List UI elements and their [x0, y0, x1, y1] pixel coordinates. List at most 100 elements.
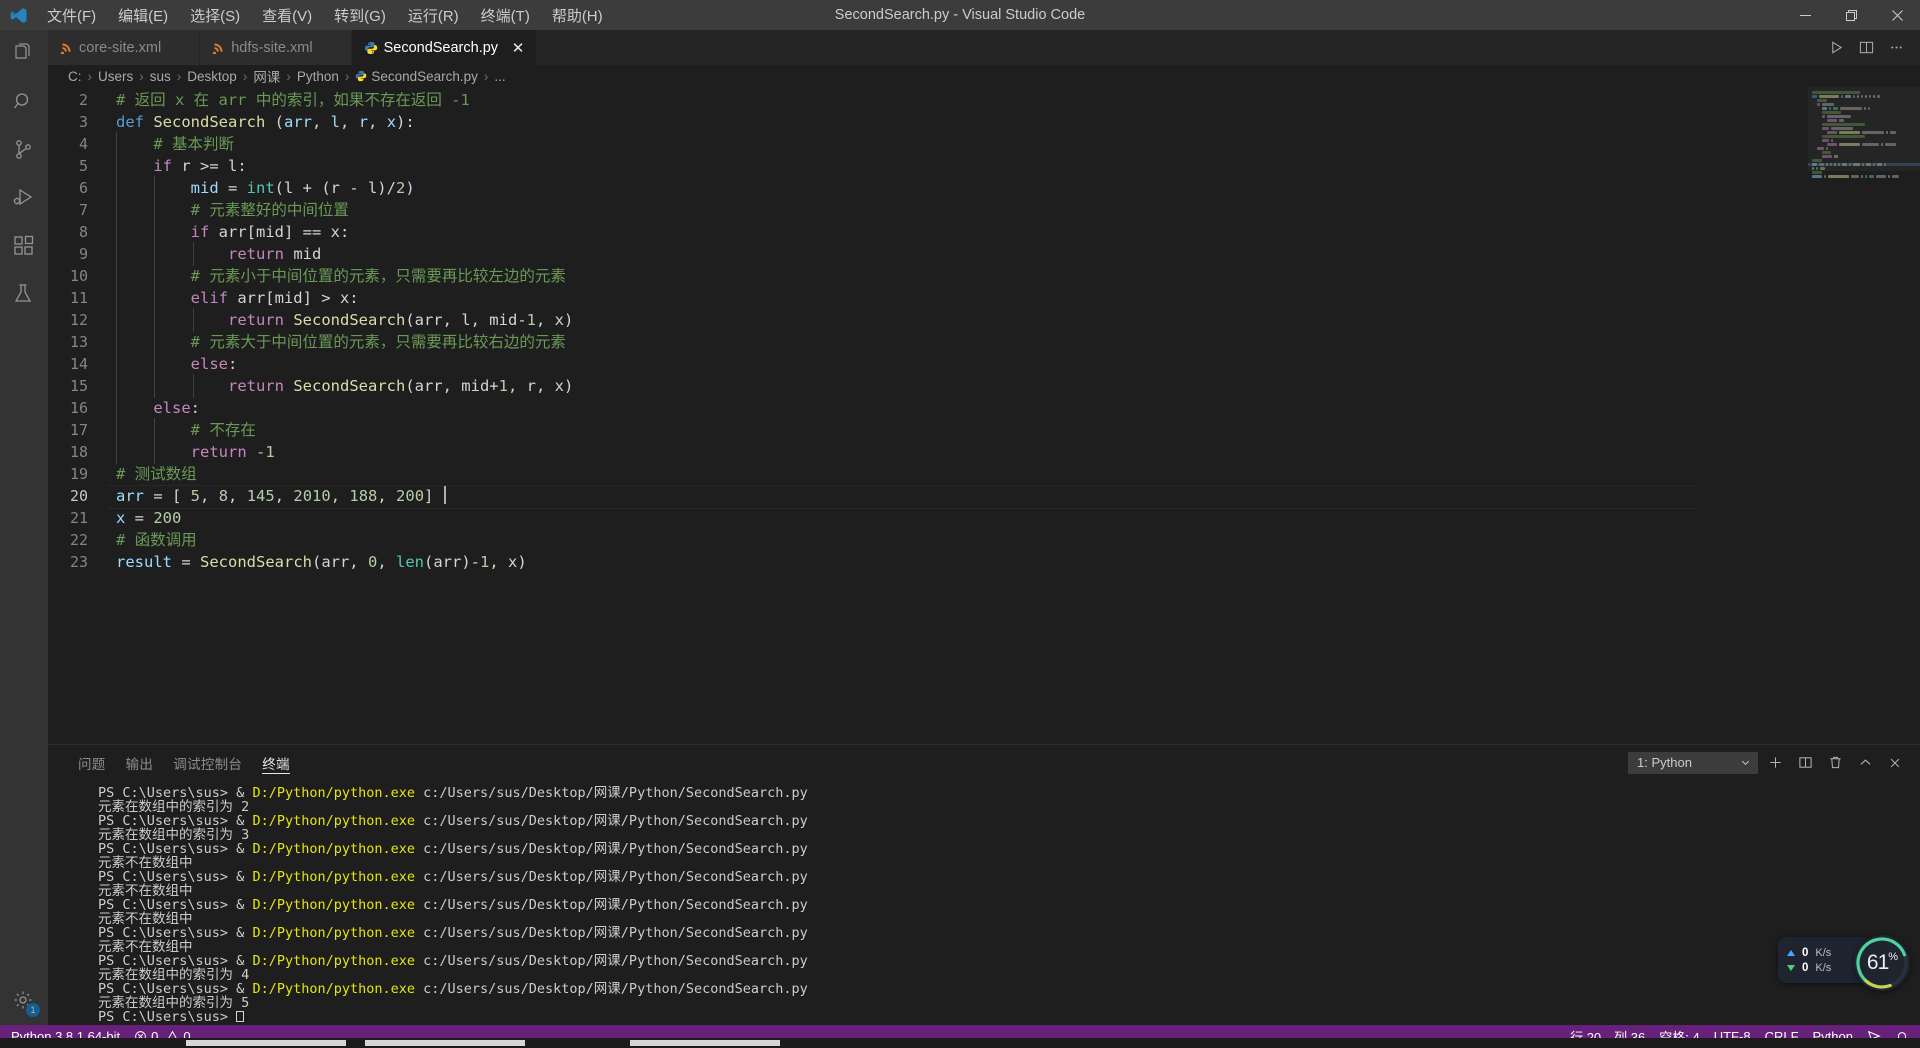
terminal-argument: c:/Users/sus/Desktop/网课/Python/SecondSea… [415, 813, 808, 829]
code-token: # 不存在 [190, 421, 256, 439]
breadcrumb-item[interactable]: Users [98, 69, 133, 84]
minimap-block [1860, 95, 1863, 98]
menu-selection[interactable]: 选择(S) [179, 1, 251, 30]
tab-secondsearch-py[interactable]: SecondSearch.py ✕ [351, 30, 538, 65]
menu-terminal[interactable]: 终端(T) [470, 1, 541, 30]
breadcrumb-item-file[interactable]: SecondSearch.py [355, 69, 478, 84]
code-line[interactable]: 4 # 基本判断 [48, 132, 1808, 156]
panel-tab-problems[interactable]: 问题 [68, 745, 116, 780]
minimap-block [1822, 103, 1835, 106]
terminal-argument: c:/Users/sus/Desktop/网课/Python/SecondSea… [415, 897, 808, 913]
breadcrumb-item[interactable]: Python [297, 69, 339, 84]
terminal-line: PS C:\Users\sus> & D:/Python/python.exe … [98, 898, 1920, 912]
menu-run[interactable]: 运行(R) [397, 1, 470, 30]
indent-guide [154, 286, 156, 310]
breadcrumb-item-overflow[interactable]: ... [494, 69, 505, 84]
split-editor-right-button[interactable] [1852, 34, 1880, 62]
terminal-output[interactable]: PS C:\Users\sus> & D:/Python/python.exe … [48, 780, 1920, 1025]
tab-hdfs-site-xml[interactable]: hdfs-site.xml ✕ [200, 30, 352, 65]
minimap-block [1876, 175, 1887, 178]
code-line-text: # 函数调用 [110, 529, 197, 551]
source-control-icon[interactable] [0, 126, 48, 174]
code-line[interactable]: 5 if r >= l: [48, 154, 1808, 178]
code-line[interactable]: 7 # 元素整好的中间位置 [48, 198, 1808, 222]
code-line[interactable]: 21 x = 200 [48, 507, 1808, 529]
code-line[interactable]: 9 return mid [48, 242, 1808, 266]
search-icon[interactable] [0, 78, 48, 126]
breadcrumb[interactable]: C: › Users › sus › Desktop › 网课 › Python… [48, 65, 1920, 87]
panel-tab-debug-console[interactable]: 调试控制台 [163, 745, 252, 780]
minimize-icon[interactable] [1782, 0, 1828, 30]
code-line[interactable]: 6 mid = int(l + (r - l)/2) [48, 176, 1808, 200]
close-panel-button[interactable] [1882, 750, 1908, 776]
code-token: -1 [256, 443, 275, 461]
terminal-selector-dropdown[interactable]: 1: Python [1628, 751, 1758, 774]
panel-tab-output[interactable]: 输出 [116, 745, 164, 780]
panel-tab-terminal[interactable]: 终端 [252, 745, 300, 780]
manage-gear-icon[interactable]: 1 [0, 977, 48, 1025]
code-line[interactable]: 22 # 函数调用 [48, 529, 1808, 551]
menu-bar[interactable]: 文件(F) 编辑(E) 选择(S) 查看(V) 转到(G) 运行(R) 终端(T… [36, 1, 614, 30]
minimap[interactable] [1808, 87, 1920, 744]
code-line[interactable]: 19 # 测试数组 [48, 463, 1808, 485]
close-icon[interactable] [1874, 0, 1920, 30]
code-line[interactable]: 20 arr = [ 5, 8, 145, 2010, 188, 200] [48, 485, 1808, 509]
code-token: # 函数调用 [116, 531, 197, 549]
breadcrumb-item[interactable]: C: [68, 69, 82, 84]
more-actions-button[interactable] [1882, 34, 1910, 62]
code-line[interactable]: 23 result = SecondSearch(arr, 0, len(arr)… [48, 551, 1808, 573]
testing-icon[interactable] [0, 270, 48, 318]
terminal-line: PS C:\Users\sus> [98, 1010, 1920, 1024]
code-line-text: # 不存在 [110, 418, 256, 442]
code-token: # 元素整好的中间位置 [190, 201, 349, 219]
indent-guide [154, 264, 156, 288]
menu-help[interactable]: 帮助(H) [541, 1, 614, 30]
maximize-panel-button[interactable] [1852, 750, 1878, 776]
python-file-icon [355, 70, 367, 82]
code-token: # 元素大于中间位置的元素，只需要再比较右边的元素 [190, 333, 566, 351]
code-line[interactable]: 13 # 元素大于中间位置的元素，只需要再比较右边的元素 [48, 330, 1808, 354]
menu-edit[interactable]: 编辑(E) [107, 1, 179, 30]
code-line[interactable]: 3 def SecondSearch (arr, l, r, x): [48, 111, 1808, 133]
explorer-icon[interactable] [0, 30, 48, 78]
minimap-block [1824, 175, 1827, 178]
close-icon[interactable]: ✕ [510, 39, 526, 57]
code-line[interactable]: 12 return SecondSearch(arr, l, mid-1, x) [48, 308, 1808, 332]
tab-core-site-xml[interactable]: core-site.xml ✕ [48, 30, 201, 65]
minimap-block [1812, 167, 1814, 170]
minimap-block [1834, 155, 1838, 158]
code-line[interactable]: 8 if arr[mid] == x: [48, 220, 1808, 244]
menu-file[interactable]: 文件(F) [36, 1, 107, 30]
new-terminal-button[interactable] [1762, 750, 1788, 776]
terminal-line: 元素在数组中的索引为 3 [98, 828, 1920, 842]
code-line[interactable]: 11 elif arr[mid] > x: [48, 286, 1808, 310]
terminal-executable: D:/Python/python.exe [252, 813, 415, 829]
breadcrumb-item[interactable]: 网课 [253, 66, 280, 86]
code-line[interactable]: 18 return -1 [48, 440, 1808, 464]
minimap-block [1822, 127, 1829, 130]
split-terminal-button[interactable] [1792, 750, 1818, 776]
code-line[interactable]: 2 # 返回 x 在 arr 中的索引，如果不存在返回 -1 [48, 89, 1808, 111]
kill-terminal-button[interactable] [1822, 750, 1848, 776]
breadcrumb-item[interactable]: Desktop [187, 69, 237, 84]
menu-go[interactable]: 转到(G) [323, 1, 397, 30]
code-line[interactable]: 14 else: [48, 352, 1808, 376]
code-line[interactable]: 10 # 元素小于中间位置的元素，只需要再比较左边的元素 [48, 264, 1808, 288]
minimap-block [1852, 95, 1855, 98]
maximize-icon[interactable] [1828, 0, 1874, 30]
editor-scrollbar[interactable] [1906, 87, 1920, 744]
cpu-usage-gauge[interactable]: 61% [1854, 935, 1910, 991]
menu-view[interactable]: 查看(V) [251, 1, 323, 30]
terminal-line: PS C:\Users\sus> & D:/Python/python.exe … [98, 870, 1920, 884]
extensions-icon[interactable] [0, 222, 48, 270]
code-line[interactable]: 15 return SecondSearch(arr, mid+1, r, x) [48, 374, 1808, 398]
code-editor[interactable]: 2 # 返回 x 在 arr 中的索引，如果不存在返回 -1 3 def Second… [48, 87, 1808, 744]
run-python-file-button[interactable] [1822, 34, 1850, 62]
breadcrumb-item[interactable]: sus [150, 69, 171, 84]
code-line-text: # 基本判断 [110, 132, 234, 156]
code-line[interactable]: 16 else: [48, 396, 1808, 420]
code-line[interactable]: 17 # 不存在 [48, 418, 1808, 442]
run-and-debug-icon[interactable] [0, 174, 48, 222]
code-line-text: # 返回 x 在 arr 中的索引，如果不存在返回 -1 [110, 89, 470, 111]
